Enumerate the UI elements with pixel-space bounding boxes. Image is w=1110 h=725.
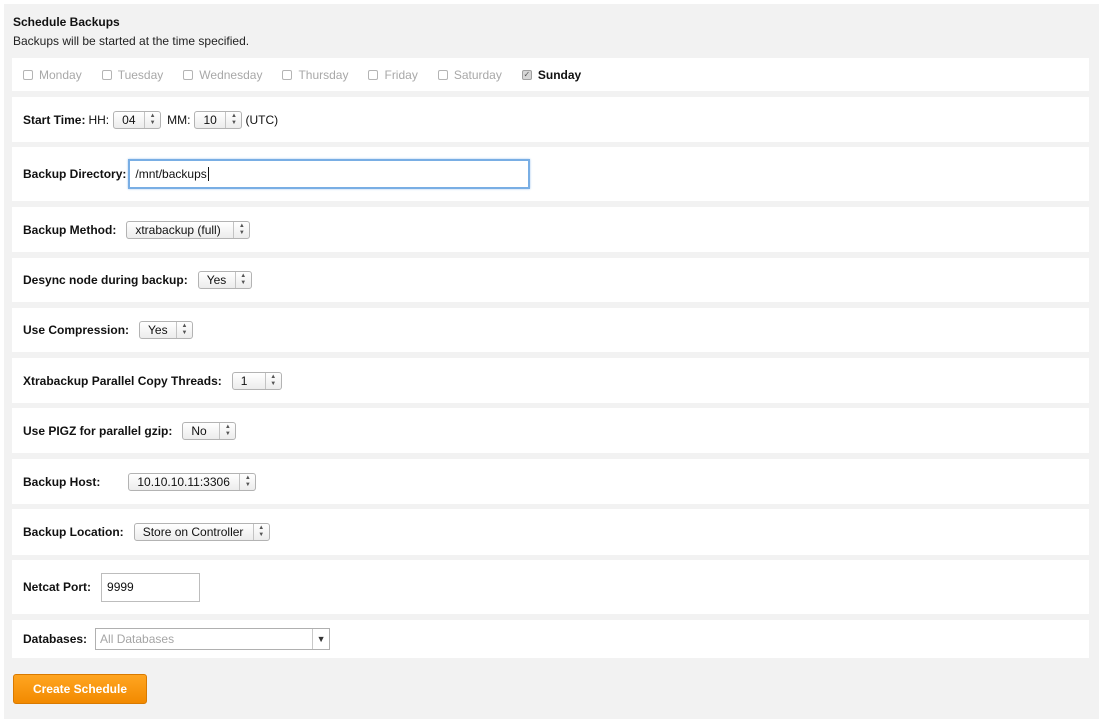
chevron-updown-icon: ▲ ▼	[233, 221, 249, 238]
chevron-updown-icon: ▲ ▼	[264, 372, 281, 389]
backup-directory-input[interactable]: /mnt/backups	[128, 159, 531, 189]
backup-host-label: Backup Host:	[23, 474, 101, 489]
chevron-updown-icon: ▲ ▼	[234, 272, 251, 288]
day-saturday[interactable]: Saturday	[437, 68, 502, 82]
chevron-updown-icon: ▲ ▼	[144, 111, 160, 128]
parallel-threads-select[interactable]: 1 ▲ ▼	[231, 371, 282, 390]
desync-select[interactable]: Yes ▲ ▼	[197, 271, 252, 289]
timezone-label: (UTC)	[245, 112, 279, 127]
parallel-threads-label: Xtrabackup Parallel Copy Threads:	[23, 373, 222, 388]
start-time-label: Start Time:	[23, 112, 86, 127]
pigz-select[interactable]: No ▲ ▼	[182, 421, 237, 440]
backup-location-select[interactable]: Store on Controller ▲ ▼	[133, 523, 270, 541]
page-title: Schedule Backups	[13, 15, 120, 29]
checkbox-icon[interactable]	[437, 69, 448, 80]
day-monday[interactable]: Monday	[23, 68, 82, 82]
backup-directory-label: Backup Directory:	[23, 167, 127, 181]
day-wednesday[interactable]: Wednesday	[183, 68, 262, 82]
checkbox-icon[interactable]	[183, 69, 194, 80]
day-friday[interactable]: Friday	[368, 68, 418, 82]
pigz-label: Use PIGZ for parallel gzip:	[23, 423, 173, 438]
days-row: Monday Tuesday Wednesday Thursday Friday…	[12, 58, 1089, 91]
day-tuesday[interactable]: Tuesday	[101, 68, 163, 82]
netcat-port-row: Netcat Port: 9999	[12, 560, 1089, 614]
compression-label: Use Compression:	[23, 323, 130, 337]
page-subtitle: Backups will be started at the time spec…	[13, 34, 250, 48]
checkmark-icon[interactable]: ✓	[521, 69, 532, 80]
compression-select[interactable]: Yes ▲ ▼	[139, 321, 194, 339]
start-time-row: Start Time: HH: 04 ▲ ▼ MM: 10 ▲ ▼ (UTC)	[12, 97, 1089, 142]
netcat-port-input[interactable]: 9999	[101, 572, 201, 602]
checkbox-icon[interactable]	[368, 69, 379, 80]
backup-method-label: Backup Method:	[23, 222, 117, 237]
parallel-threads-row: Xtrabackup Parallel Copy Threads: 1 ▲ ▼	[12, 358, 1089, 403]
schedule-backups-panel: Schedule Backups Backups will be started…	[4, 4, 1099, 719]
backup-location-row: Backup Location: Store on Controller ▲ ▼	[12, 509, 1089, 555]
netcat-port-label: Netcat Port:	[23, 580, 92, 594]
databases-row: Databases: All Databases ▼	[12, 620, 1089, 658]
databases-select[interactable]: All Databases ▼	[95, 628, 331, 650]
chevron-updown-icon: ▲ ▼	[176, 322, 192, 338]
compression-row: Use Compression: Yes ▲ ▼	[12, 308, 1089, 352]
chevron-updown-icon: ▲ ▼	[225, 111, 241, 128]
desync-label: Desync node during backup:	[23, 273, 188, 287]
desync-row: Desync node during backup: Yes ▲ ▼	[12, 258, 1089, 302]
chevron-updown-icon: ▲ ▼	[252, 524, 269, 540]
backup-host-select[interactable]: 10.10.10.11:3306 ▲ ▼	[128, 472, 257, 491]
day-sunday[interactable]: ✓ Sunday	[521, 68, 581, 82]
backup-method-row: Backup Method: xtrabackup (full) ▲ ▼	[12, 207, 1089, 252]
checkbox-icon[interactable]	[101, 69, 112, 80]
text-caret	[207, 167, 209, 181]
checkbox-icon[interactable]	[282, 69, 293, 80]
backup-method-select[interactable]: xtrabackup (full) ▲ ▼	[126, 220, 251, 239]
day-thursday[interactable]: Thursday	[282, 68, 348, 82]
hour-select[interactable]: 04 ▲ ▼	[113, 110, 162, 129]
chevron-updown-icon: ▲ ▼	[219, 422, 235, 439]
chevron-updown-icon: ▲ ▼	[239, 473, 255, 490]
create-schedule-button[interactable]: Create Schedule	[13, 674, 147, 704]
minute-select[interactable]: 10 ▲ ▼	[194, 110, 243, 129]
backup-directory-row: Backup Directory: /mnt/backups	[12, 147, 1089, 201]
backup-host-row: Backup Host: 10.10.10.11:3306 ▲ ▼	[12, 459, 1089, 504]
hh-label: HH:	[88, 112, 110, 127]
chevron-down-icon: ▼	[312, 629, 329, 649]
checkbox-icon[interactable]	[23, 69, 33, 80]
pigz-row: Use PIGZ for parallel gzip: No ▲ ▼	[12, 408, 1089, 453]
mm-label: MM:	[167, 112, 191, 127]
databases-label: Databases:	[23, 632, 88, 646]
backup-location-label: Backup Location:	[23, 525, 124, 539]
